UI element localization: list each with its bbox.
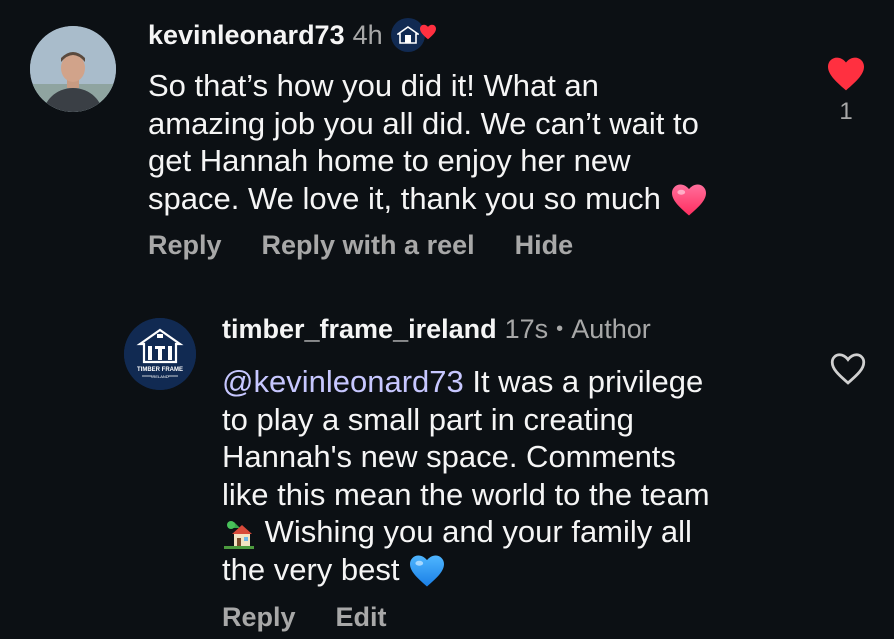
username[interactable]: kevinleonard73 (148, 20, 345, 51)
comment-line-last: the very best (222, 551, 710, 589)
comment-line: the very best (222, 551, 400, 587)
timestamp: 4h (352, 19, 383, 50)
like-column: 1 (826, 56, 866, 126)
avatar-timber-frame-ireland[interactable]: TIMBER FRAME IRELAND (124, 318, 196, 390)
comment-line: to play a small part in creating (222, 401, 634, 437)
timestamp: 17s (504, 314, 549, 344)
reply-button[interactable]: Reply (222, 602, 296, 633)
comment-line: like this mean the world to the team (222, 476, 710, 512)
fan-badge-icon (390, 18, 436, 52)
comment-header: kevinleonard73 4h (148, 18, 436, 52)
comment-line: space. We love it, thank you so much (148, 180, 661, 216)
author-label: Author (571, 314, 651, 344)
svg-text:IRELAND: IRELAND (151, 374, 168, 379)
comment-header: timber_frame_ireland 17s • Author (222, 314, 651, 345)
comment-line-house: Wishing you and your family all (222, 513, 710, 551)
heart-outline-icon[interactable] (829, 352, 867, 386)
house-emoji (224, 520, 254, 549)
comment-line: So that’s how you did it! What an (148, 68, 599, 103)
heart-filled-icon[interactable] (826, 56, 866, 92)
comment-line-last: space. We love it, thank you so much (148, 180, 708, 218)
comment-body: So that’s how you did it! What an amazin… (148, 67, 708, 217)
edit-button[interactable]: Edit (336, 602, 387, 633)
comment-line: Hannah's new space. Comments (222, 439, 676, 474)
like-column (828, 352, 868, 386)
comment-actions: Reply Edit (222, 602, 387, 633)
comment-line: amazing job you all did. We can’t wait t… (148, 105, 699, 141)
comment-body: @kevinleonard73 It was a privilege to pl… (222, 363, 710, 588)
heart-badge-icon (419, 24, 436, 40)
reply-button[interactable]: Reply (148, 230, 222, 261)
comment-line-first: @kevinleonard73 It was a privilege (222, 363, 710, 401)
house-logo-icon (396, 26, 419, 44)
timber-frame-logo: TIMBER FRAME IRELAND (124, 318, 196, 390)
comment-line: It was a privilege (463, 364, 704, 399)
avatar-kevinleonard73[interactable] (30, 26, 116, 112)
comment-line: Wishing you and your family all (256, 514, 692, 549)
hide-button[interactable]: Hide (515, 230, 574, 261)
comment-actions: Reply Reply with a reel Hide (148, 230, 573, 261)
reply-with-reel-button[interactable]: Reply with a reel (262, 230, 475, 261)
svg-text:TIMBER FRAME: TIMBER FRAME (137, 367, 183, 373)
comment-line: get Hannah home to enjoy her new (148, 143, 631, 178)
separator-dot: • (556, 318, 564, 340)
mention-link[interactable]: @kevinleonard73 (222, 364, 464, 399)
like-count: 1 (839, 98, 853, 125)
username[interactable]: timber_frame_ireland (222, 314, 497, 345)
user-photo (30, 26, 116, 112)
pink-heart-emoji (671, 184, 706, 216)
blue-heart-emoji (410, 555, 445, 587)
